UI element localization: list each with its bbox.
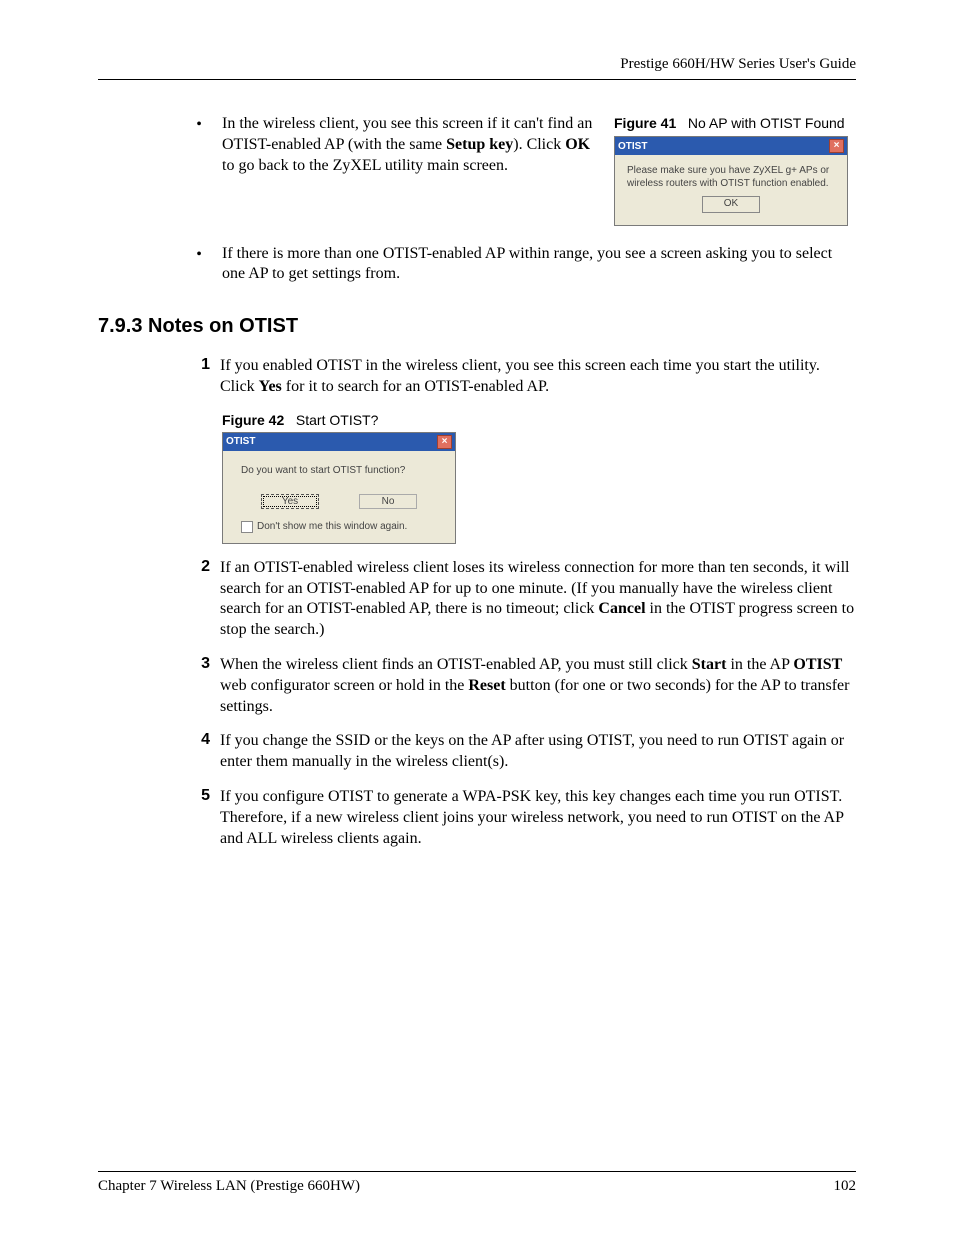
item-5-text: If you configure OTIST to generate a WPA… — [220, 787, 856, 849]
checkbox-label: Don't show me this window again. — [257, 521, 407, 532]
text: web configurator screen or hold in the — [220, 677, 468, 694]
list-number: 5 — [194, 787, 210, 849]
footer-chapter: Chapter 7 Wireless LAN (Prestige 660HW) — [98, 1178, 360, 1195]
page-footer: Chapter 7 Wireless LAN (Prestige 660HW) … — [98, 1171, 856, 1195]
no-button[interactable]: No — [359, 494, 417, 509]
strong: Cancel — [598, 600, 645, 617]
list-number: 3 — [194, 655, 210, 717]
dialog-question: Do you want to start OTIST function? — [241, 465, 437, 476]
dont-show-checkbox[interactable] — [241, 521, 253, 533]
figure-41-caption: Figure 41 No AP with OTIST Found — [614, 114, 856, 132]
item-3-text: When the wireless client finds an OTIST-… — [220, 655, 856, 717]
close-icon[interactable]: × — [437, 435, 452, 449]
list-number: 2 — [194, 558, 210, 641]
ok-button[interactable]: OK — [702, 196, 760, 213]
dialog-no-ap: OTIST × Please make sure you have ZyXEL … — [614, 136, 848, 226]
strong: Start — [692, 656, 727, 673]
header-guide-title: Prestige 660H/HW Series User's Guide — [98, 56, 856, 73]
dialog-title: OTIST — [618, 140, 647, 153]
figure-label: Figure 42 — [222, 412, 284, 428]
dialog-start-otist: OTIST × Do you want to start OTIST funct… — [222, 432, 456, 544]
dialog-message: Please make sure you have ZyXEL g+ APs o… — [627, 165, 835, 190]
list-number: 4 — [194, 731, 210, 773]
text: to go back to the ZyXEL utility main scr… — [222, 157, 508, 174]
item-4-text: If you change the SSID or the keys on th… — [220, 731, 856, 773]
bullet-2-text: If there is more than one OTIST-enabled … — [222, 244, 856, 286]
strong: Reset — [468, 677, 505, 694]
strong: OTIST — [793, 656, 842, 673]
bullet-dot: • — [194, 114, 204, 226]
dialog-titlebar: OTIST × — [223, 433, 455, 451]
section-heading: 7.9.3 Notes on OTIST — [98, 315, 856, 338]
dialog-title: OTIST — [226, 436, 255, 447]
item-1-text: If you enabled OTIST in the wireless cli… — [220, 356, 856, 398]
bullet-dot: • — [194, 244, 204, 286]
figure-label: Figure 41 — [614, 115, 676, 131]
list-number: 1 — [194, 356, 210, 398]
text: When the wireless client finds an OTIST-… — [220, 656, 692, 673]
text: for it to search for an OTIST-enabled AP… — [282, 378, 549, 395]
close-icon[interactable]: × — [829, 139, 844, 153]
footer-rule — [98, 1171, 856, 1172]
figure-title: No AP with OTIST Found — [688, 115, 845, 131]
header-rule — [98, 79, 856, 80]
yes-button[interactable]: Yes — [261, 494, 319, 509]
text: ). Click — [513, 136, 565, 153]
strong: Setup key — [446, 136, 513, 153]
figure-title: Start OTIST? — [296, 412, 378, 428]
item-2-text: If an OTIST-enabled wireless client lose… — [220, 558, 856, 641]
strong: Yes — [259, 378, 282, 395]
figure-42-caption: Figure 42 Start OTIST? — [222, 412, 856, 428]
text: in the AP — [726, 656, 793, 673]
bullet-1-text: In the wireless client, you see this scr… — [222, 115, 592, 174]
strong: OK — [565, 136, 590, 153]
dialog-titlebar: OTIST × — [615, 137, 847, 155]
footer-page-number: 102 — [834, 1178, 857, 1195]
